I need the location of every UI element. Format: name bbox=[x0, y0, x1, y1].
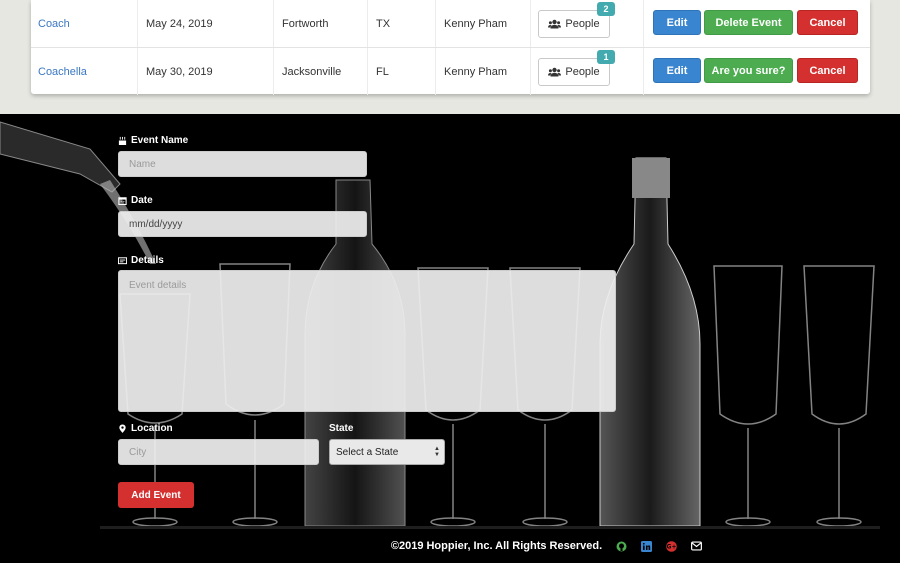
city-input[interactable]: City bbox=[118, 439, 319, 465]
state-select[interactable]: Select a State ▲ ▼ bbox=[329, 439, 445, 465]
footer: ©2019 Hoppier, Inc. All Rights Reserved.… bbox=[0, 537, 900, 555]
people-count-badge: 1 bbox=[597, 50, 615, 64]
birthday-cake-icon bbox=[118, 136, 127, 145]
linkedin-icon[interactable] bbox=[641, 540, 653, 552]
edit-button[interactable]: Edit bbox=[653, 10, 701, 35]
table-row: Coachella May 30, 2019 Jacksonville FL K… bbox=[31, 47, 870, 95]
users-icon bbox=[548, 19, 562, 29]
add-event-button[interactable]: Add Event bbox=[118, 482, 194, 508]
events-table: Coach May 24, 2019 Fortworth TX Kenny Ph… bbox=[31, 0, 870, 95]
delete-event-button[interactable]: Delete Event bbox=[704, 10, 793, 35]
location-label: Location bbox=[118, 423, 173, 434]
table-row: Coach May 24, 2019 Fortworth TX Kenny Ph… bbox=[31, 0, 870, 47]
event-date: May 24, 2019 bbox=[137, 0, 273, 47]
event-name-input[interactable]: Name bbox=[118, 151, 367, 177]
map-marker-icon bbox=[119, 424, 126, 433]
event-name-label: Event Name bbox=[118, 135, 188, 146]
event-date: May 30, 2019 bbox=[137, 48, 273, 95]
id-card-icon bbox=[118, 257, 127, 265]
cancel-button[interactable]: Cancel bbox=[797, 58, 858, 83]
details-textarea[interactable]: Event details bbox=[118, 270, 616, 412]
state-label: State bbox=[329, 423, 354, 434]
svg-text:G+: G+ bbox=[667, 543, 677, 550]
people-button[interactable]: People 1 bbox=[538, 50, 615, 86]
email-icon[interactable] bbox=[691, 541, 703, 552]
state-select-value: Select a State bbox=[336, 446, 399, 458]
add-event-section: Event Name Name Date mm/dd/yyyy Details … bbox=[0, 114, 900, 563]
people-label: People bbox=[565, 18, 600, 30]
details-label: Details bbox=[118, 255, 164, 266]
people-label: People bbox=[565, 66, 600, 78]
event-state: TX bbox=[367, 0, 435, 47]
select-arrows-icon: ▲ ▼ bbox=[434, 446, 440, 458]
event-city: Fortworth bbox=[273, 0, 367, 47]
event-city: Jacksonville bbox=[273, 48, 367, 95]
confirm-delete-button[interactable]: Are you sure? bbox=[704, 58, 793, 83]
edit-button[interactable]: Edit bbox=[653, 58, 701, 83]
calendar-icon bbox=[118, 197, 127, 205]
date-label: Date bbox=[118, 195, 153, 206]
date-input[interactable]: mm/dd/yyyy bbox=[118, 211, 367, 237]
users-icon bbox=[548, 67, 562, 77]
github-icon[interactable] bbox=[616, 541, 627, 552]
event-name-link[interactable]: Coach bbox=[38, 18, 70, 30]
event-state: FL bbox=[367, 48, 435, 95]
event-host: Kenny Pham bbox=[435, 0, 530, 47]
event-host: Kenny Pham bbox=[435, 48, 530, 95]
people-button[interactable]: People 2 bbox=[538, 2, 615, 38]
event-name-link[interactable]: Coachella bbox=[38, 66, 87, 78]
copyright-text: ©2019 Hoppier, Inc. All Rights Reserved. bbox=[390, 540, 603, 552]
google-plus-icon[interactable]: G+ bbox=[666, 540, 677, 552]
people-count-badge: 2 bbox=[597, 2, 615, 16]
cancel-button[interactable]: Cancel bbox=[797, 10, 858, 35]
